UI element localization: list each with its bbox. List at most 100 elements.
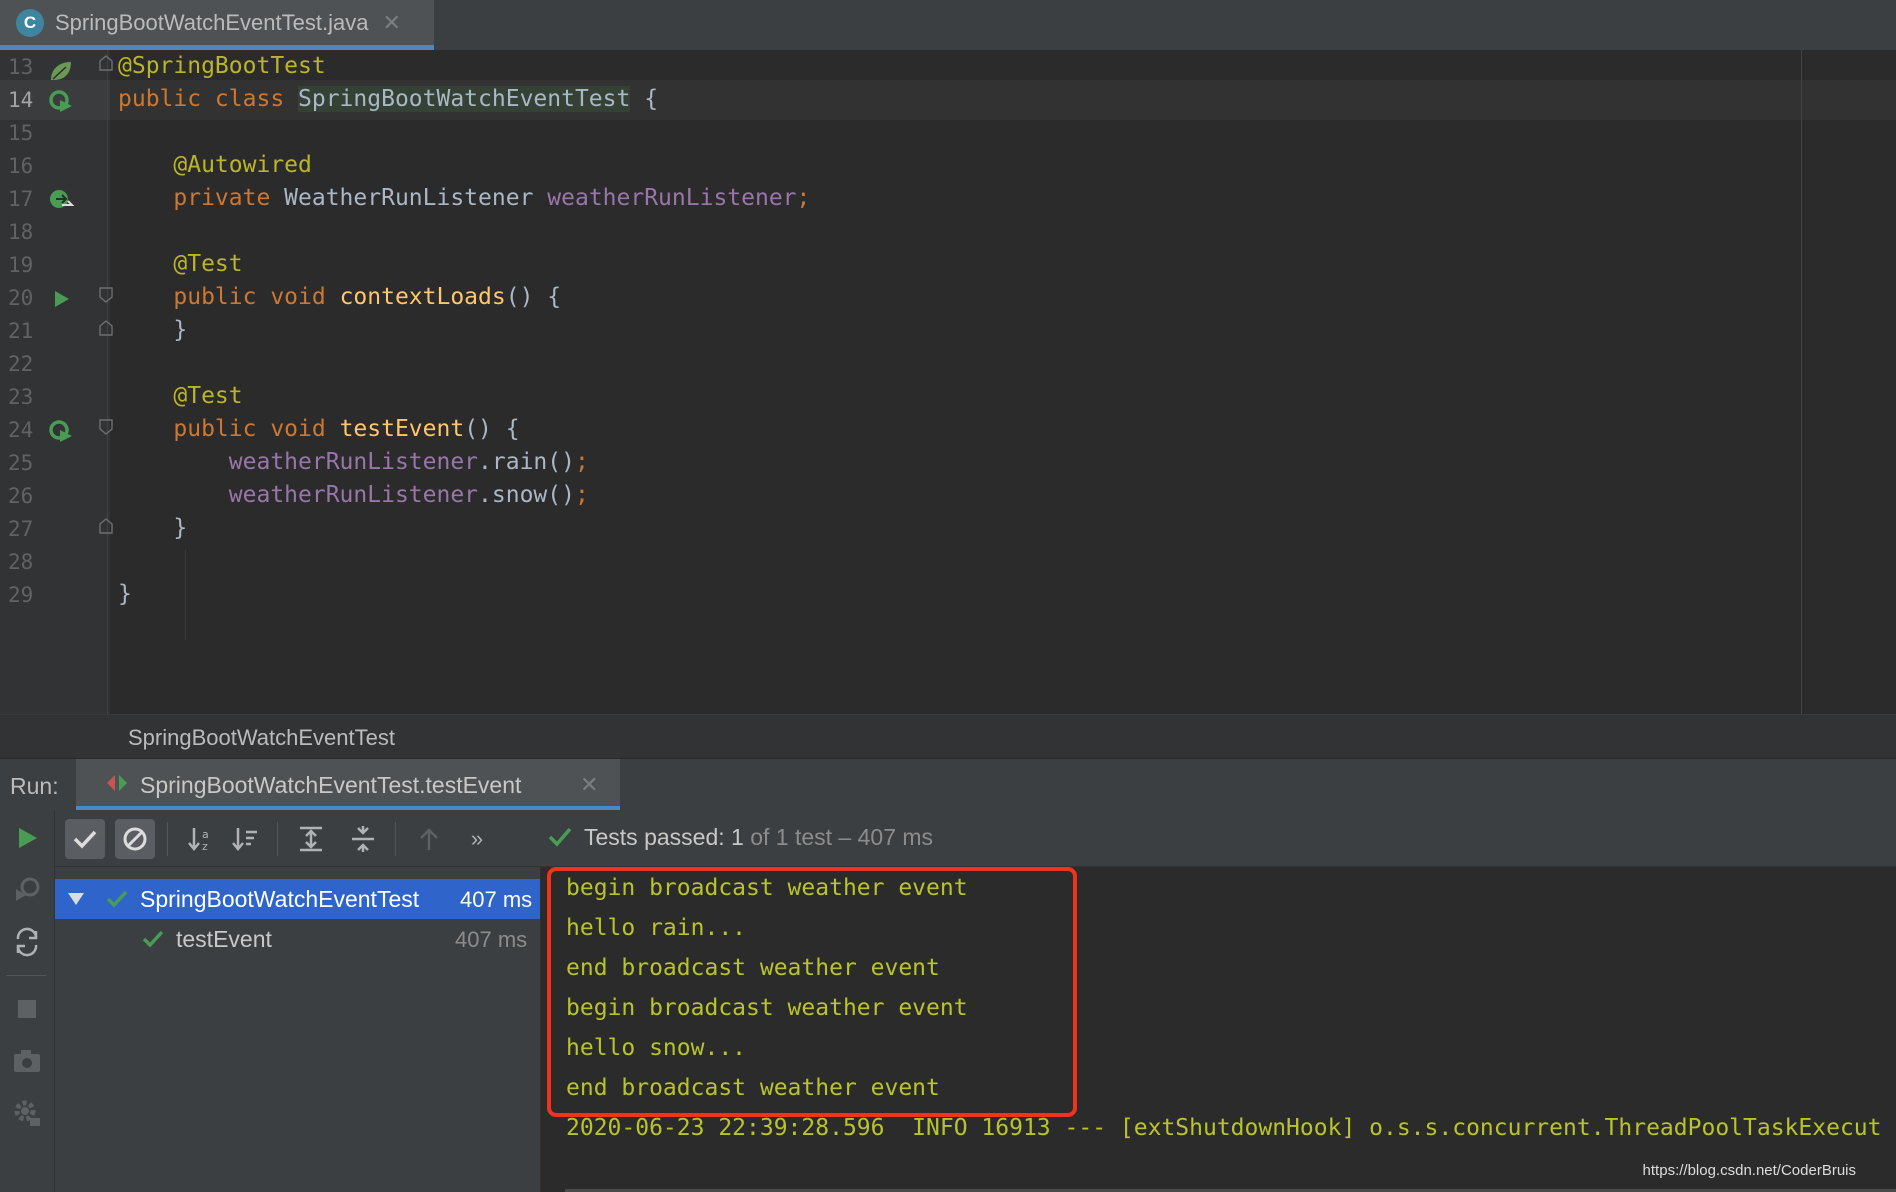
line-number: 27 <box>8 517 34 541</box>
rerun-failed-button[interactable] <box>10 873 44 907</box>
collapse-all-button[interactable] <box>343 819 383 859</box>
code-token: } <box>118 515 188 541</box>
run-label: Run: <box>10 773 59 799</box>
code-token: public void <box>118 416 340 442</box>
line-number: 28 <box>8 550 34 574</box>
ignored-icon <box>123 827 147 851</box>
code-token: private <box>118 185 285 211</box>
code-token: ; <box>796 185 811 211</box>
breadcrumb-class[interactable]: SpringBootWatchEventTest <box>128 725 395 751</box>
code-token: @SpringBootTest <box>118 53 326 79</box>
previous-failed-button[interactable] <box>409 819 449 859</box>
line-number: 13 <box>8 55 34 79</box>
rerun-failed-icon <box>16 877 40 901</box>
line-number: 25 <box>8 451 34 475</box>
test-runner-toolbar: a z » Tests passed: 1 of 1 test – 407 ms <box>55 810 1896 867</box>
line-number: 21 <box>8 319 34 343</box>
passed-check-icon <box>106 890 128 908</box>
show-passed-button[interactable] <box>65 819 105 859</box>
line-number: 19 <box>8 253 34 277</box>
code-token: WeatherRunListener <box>284 185 548 211</box>
code-token: weatherRunListener <box>228 449 479 475</box>
code-token: .snow() <box>478 482 575 508</box>
arrow-up-icon <box>420 828 438 850</box>
tree-node-test-method[interactable]: testEvent 407 ms <box>55 919 540 959</box>
status-prefix: Tests passed: <box>584 824 732 850</box>
code-text: @Autowired <box>118 152 312 178</box>
code-token: public void <box>118 284 340 310</box>
code-token: } <box>118 581 132 607</box>
code-token: @Test <box>118 383 243 409</box>
code-text: weatherRunListener.rain(); <box>118 449 589 475</box>
show-ignored-button[interactable] <box>115 819 155 859</box>
code-text: private WeatherRunListener weatherRunLis… <box>118 185 810 211</box>
close-icon[interactable]: ✕ <box>580 772 598 798</box>
console-line: 2020-06-23 22:39:28.596 INFO 16913 --- [… <box>566 1115 1882 1141</box>
code-token: () { <box>464 416 520 442</box>
chevron-double-right-icon: » <box>470 826 484 851</box>
run-method-icon[interactable] <box>48 286 74 312</box>
line-number: 20 <box>8 286 34 310</box>
sort-by-duration-button[interactable] <box>225 819 265 859</box>
close-icon[interactable]: ✕ <box>382 10 400 36</box>
rerun-button[interactable] <box>10 821 44 855</box>
code-token: { <box>630 86 659 112</box>
run-config-tab[interactable]: SpringBootWatchEventTest.testEvent ✕ <box>76 759 620 811</box>
code-editor[interactable]: 13 @SpringBootTest 14 public class SpringBo… <box>0 50 1896 714</box>
toolbar-separator <box>277 822 278 856</box>
tree-node-test-class[interactable]: SpringBootWatchEventTest 407 ms <box>55 879 540 919</box>
fold-marker-icon[interactable] <box>99 55 113 71</box>
line-number: 26 <box>8 484 34 508</box>
sort-alphabetically-button[interactable]: a z <box>181 819 221 859</box>
camera-icon <box>14 1050 40 1072</box>
code-token: weatherRunListener <box>547 185 797 211</box>
code-text: } <box>118 581 132 607</box>
expand-all-icon <box>300 826 322 852</box>
line-number: 24 <box>8 418 34 442</box>
expand-triangle-icon[interactable] <box>67 891 85 907</box>
gear-icon <box>14 1100 40 1126</box>
code-text: public void testEvent() { <box>118 416 520 442</box>
run-test-passed-icon[interactable] <box>48 418 74 444</box>
fold-end-marker-icon[interactable] <box>99 320 113 336</box>
fold-marker-icon[interactable] <box>99 419 113 435</box>
expand-all-button[interactable] <box>291 819 331 859</box>
tree-node-duration: 407 ms <box>455 927 528 952</box>
watermark: https://blog.csdn.net/CoderBruis <box>1642 1162 1856 1179</box>
code-token: contextLoads <box>339 284 506 310</box>
toggle-auto-test-button[interactable] <box>10 925 44 959</box>
dump-threads-button[interactable] <box>10 1044 44 1078</box>
line-number: 17 <box>8 187 34 211</box>
breadcrumb[interactable]: SpringBootWatchEventTest <box>0 714 1896 759</box>
toolbar-separator <box>395 822 396 856</box>
code-line[interactable]: 29} <box>0 575 1896 615</box>
line-number: 23 <box>8 385 34 409</box>
fold-marker-icon[interactable] <box>99 287 113 303</box>
run-test-icon[interactable] <box>48 88 74 114</box>
line-number: 15 <box>8 121 34 145</box>
line-number: 16 <box>8 154 34 178</box>
code-token: public class <box>118 86 299 112</box>
code-token: @Test <box>118 251 243 277</box>
code-token: ; <box>574 449 589 475</box>
stop-button[interactable] <box>10 992 44 1026</box>
strip-separator <box>6 975 46 976</box>
passed-check-icon <box>142 930 164 948</box>
code-token: testEvent <box>339 416 465 442</box>
code-text: } <box>118 317 187 343</box>
code-token: weatherRunListener <box>228 482 479 508</box>
toolbar-separator <box>167 822 168 856</box>
settings-button[interactable] <box>10 1096 44 1130</box>
spring-bean-icon[interactable] <box>48 187 74 213</box>
more-actions-button[interactable]: » <box>457 819 497 859</box>
svg-text:z: z <box>202 840 208 853</box>
code-text: public void contextLoads() { <box>118 284 561 310</box>
line-number: 18 <box>8 220 34 244</box>
editor-tab[interactable]: C SpringBootWatchEventTest.java ✕ <box>0 0 434 50</box>
fold-end-marker-icon[interactable] <box>99 518 113 534</box>
play-icon <box>19 828 37 848</box>
console-output[interactable]: begin broadcast weather event hello rain.… <box>541 867 1896 1192</box>
code-text: @Test <box>118 383 243 409</box>
run-tool-window: a z » Tests passed: 1 of 1 test – 407 ms… <box>0 810 1896 1192</box>
